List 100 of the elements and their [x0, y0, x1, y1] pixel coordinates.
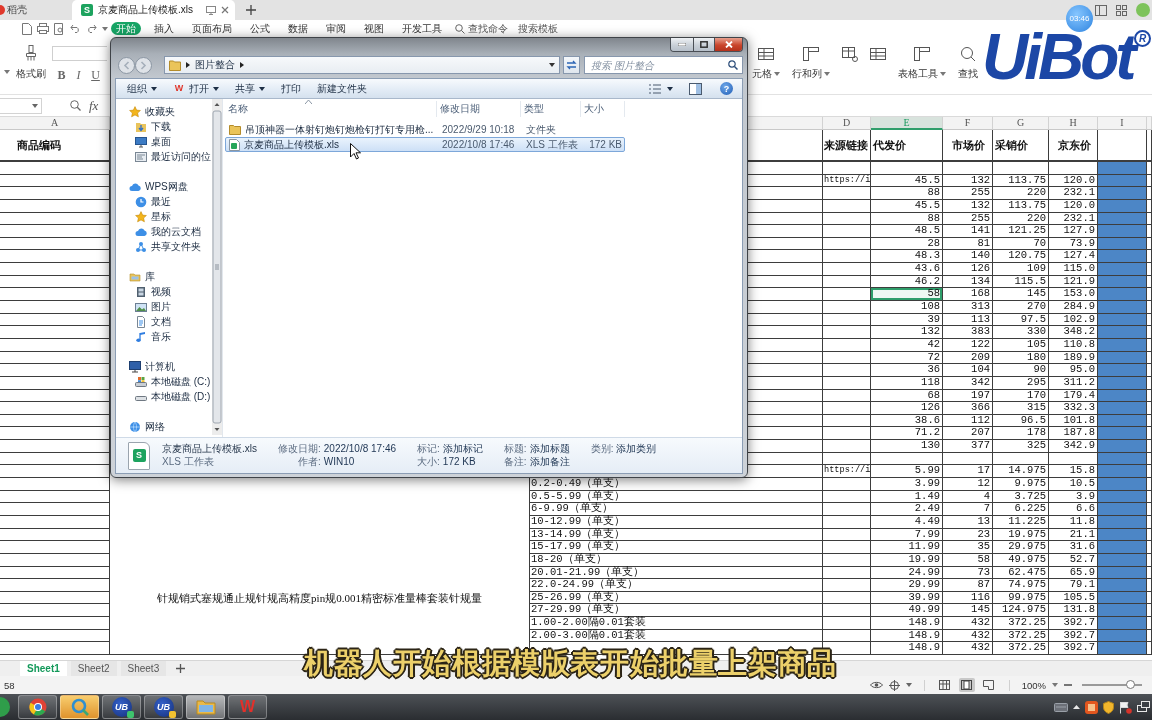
- nav-item[interactable]: 最近: [116, 194, 212, 209]
- column-header[interactable]: 名称: [225, 101, 437, 117]
- document-icon[interactable]: [22, 22, 32, 35]
- nav-item[interactable]: 图片: [116, 299, 212, 314]
- minus-icon[interactable]: [1064, 681, 1072, 689]
- nav-item[interactable]: 音乐: [116, 329, 212, 344]
- close-button[interactable]: [714, 38, 742, 51]
- nav-item[interactable]: 最近访问的位: [116, 149, 212, 164]
- address-bar[interactable]: 图片整合: [164, 56, 561, 74]
- printer-icon[interactable]: [37, 23, 49, 34]
- toolbar-button[interactable]: 共享: [235, 81, 265, 96]
- nav-item[interactable]: 我的云文档: [116, 224, 212, 239]
- function-button[interactable]: fx: [89, 97, 99, 114]
- toolbar-button[interactable]: 新建文件夹: [317, 81, 367, 96]
- underline-button[interactable]: U: [90, 69, 101, 82]
- bold-button[interactable]: B: [56, 69, 67, 82]
- column-header[interactable]: F: [943, 117, 993, 130]
- view-button[interactable]: [980, 678, 997, 692]
- menu-tab[interactable]: 页面布局: [187, 22, 237, 35]
- column-header[interactable]: H: [1049, 117, 1098, 130]
- detail-value[interactable]: WIN10: [323, 456, 355, 468]
- command-search-button[interactable]: 查找命令: [455, 21, 508, 36]
- print-preview-icon[interactable]: [54, 22, 65, 35]
- redo-icon[interactable]: [86, 24, 97, 33]
- taskbar-button[interactable]: UB: [144, 695, 183, 719]
- toolbar-button[interactable]: 打印: [281, 81, 301, 96]
- nav-item[interactable]: 网络: [116, 419, 212, 434]
- detail-value[interactable]: 添加备注: [529, 456, 570, 468]
- search-icon[interactable]: [728, 60, 738, 70]
- column-header[interactable]: I: [1098, 117, 1147, 130]
- toolbar-button[interactable]: W 打开: [173, 81, 219, 96]
- column-header[interactable]: G: [993, 117, 1049, 130]
- breadcrumb-item[interactable]: 图片整合: [195, 58, 235, 72]
- plus-icon[interactable]: [176, 664, 186, 673]
- nav-item[interactable]: 库: [116, 269, 212, 284]
- view-button[interactable]: [958, 678, 975, 692]
- menu-tab[interactable]: 公式: [245, 22, 275, 35]
- nav-item[interactable]: 文档: [116, 314, 212, 329]
- taskbar-button[interactable]: UB: [102, 695, 141, 719]
- network-icon[interactable]: [1137, 701, 1150, 713]
- file-row[interactable]: 吊顶神器一体射钉炮钉炮枪钉打钉专用枪... 2022/9/29 10:18 文件夹: [225, 122, 625, 137]
- browser-tab[interactable]: 稻壳: [0, 0, 72, 20]
- column-header[interactable]: 类型: [521, 101, 581, 117]
- undo-icon[interactable]: [70, 24, 81, 33]
- italic-button[interactable]: I: [73, 69, 84, 82]
- caret-up-icon[interactable]: [1073, 705, 1080, 709]
- close-icon[interactable]: [221, 6, 229, 14]
- nav-item[interactable]: 下载: [116, 119, 212, 134]
- nav-item[interactable]: 星标: [116, 209, 212, 224]
- refresh-button[interactable]: [563, 56, 580, 74]
- sheet-tab[interactable]: Sheet1: [20, 661, 67, 676]
- sheet-tab[interactable]: Sheet3: [120, 661, 167, 676]
- eye-icon[interactable]: [869, 680, 883, 690]
- column-header[interactable]: D: [823, 117, 871, 130]
- detail-value[interactable]: 添加类别: [616, 443, 657, 455]
- detail-value[interactable]: 添加标题: [529, 443, 570, 455]
- font-field[interactable]: [52, 46, 107, 61]
- menu-tab[interactable]: 审阅: [321, 22, 351, 35]
- taskbar-button[interactable]: [18, 695, 57, 719]
- plus-icon[interactable]: [246, 5, 256, 15]
- device-icon[interactable]: [1054, 702, 1068, 712]
- view-options-button[interactable]: [649, 83, 673, 94]
- nav-item[interactable]: 计算机: [116, 359, 212, 374]
- search-field[interactable]: 搜索 图片整合: [584, 56, 743, 74]
- toolbar-button[interactable]: 组织: [127, 81, 157, 96]
- detail-value[interactable]: 2022/10/8 17:46: [323, 443, 397, 455]
- menu-tab[interactable]: 插入: [149, 22, 179, 35]
- maximize-button[interactable]: [693, 38, 714, 51]
- app-tray-icon[interactable]: [1085, 700, 1098, 714]
- menu-tab[interactable]: 视图: [359, 22, 389, 35]
- nav-item[interactable]: 本地磁盘 (D:): [116, 389, 212, 404]
- column-header[interactable]: 大小: [581, 101, 625, 117]
- nav-item[interactable]: 桌面: [116, 134, 212, 149]
- ribbon-button[interactable]: 表格工具: [898, 46, 946, 81]
- nav-item[interactable]: 共享文件夹: [116, 239, 212, 254]
- menu-tab[interactable]: 数据: [283, 22, 313, 35]
- menu-tab[interactable]: 开发工具: [397, 22, 447, 35]
- detail-value[interactable]: 172 KB: [442, 456, 476, 468]
- nav-item[interactable]: WPS网盘: [116, 179, 212, 194]
- scrollbar[interactable]: [212, 99, 222, 435]
- format-painter-button[interactable]: 格式刷: [13, 37, 49, 94]
- detail-value[interactable]: 添加标记: [442, 443, 483, 455]
- slider-thumb[interactable]: [1125, 680, 1135, 689]
- view-button[interactable]: [936, 678, 953, 692]
- template-search-link[interactable]: 搜索模板: [518, 21, 558, 36]
- crosshair-icon[interactable]: [888, 679, 900, 691]
- flag-icon[interactable]: [1119, 700, 1132, 714]
- preview-pane-icon[interactable]: [689, 82, 702, 95]
- ribbon-button[interactable]: 元格: [752, 46, 780, 81]
- nav-item[interactable]: 收藏夹: [116, 104, 212, 119]
- panel-icon[interactable]: [1095, 4, 1107, 16]
- browser-tab[interactable]: S 京麦商品上传模板.xls: [72, 0, 235, 20]
- nav-item[interactable]: 本地磁盘 (C:): [116, 374, 212, 389]
- column-header[interactable]: 修改日期: [437, 101, 521, 117]
- nav-item[interactable]: 视频: [116, 284, 212, 299]
- column-header[interactable]: A: [0, 117, 110, 130]
- grid-icon[interactable]: [1116, 4, 1127, 16]
- magnifier-icon[interactable]: [70, 100, 81, 111]
- ribbon-button[interactable]: 查找: [958, 46, 978, 81]
- file-row[interactable]: 京麦商品上传模板.xls 2022/10/8 17:46 XLS 工作表 172 KB: [225, 137, 625, 152]
